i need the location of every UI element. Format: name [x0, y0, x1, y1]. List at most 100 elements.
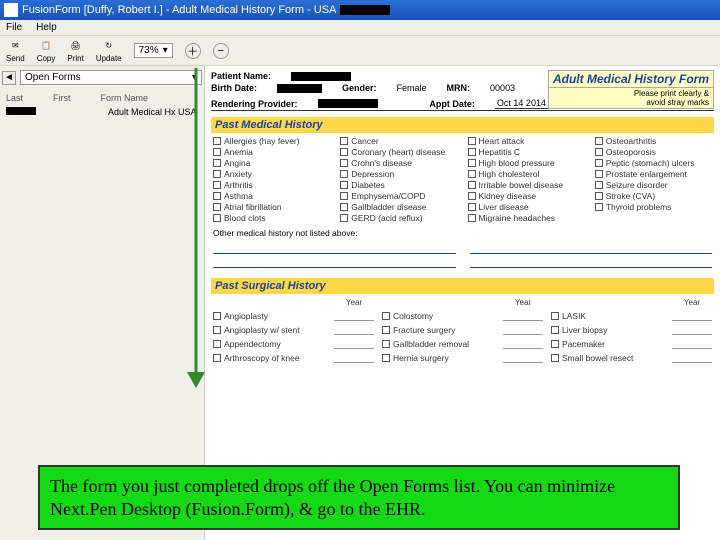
checkbox[interactable]: [595, 203, 603, 211]
checkbox[interactable]: [340, 148, 348, 156]
col-last: Last: [6, 93, 23, 103]
checkbox[interactable]: [213, 354, 221, 362]
checkbox[interactable]: [551, 326, 559, 334]
open-forms-row[interactable]: Adult Medical Hx USA: [2, 105, 202, 119]
condition-item: Osteoarthritis: [595, 136, 712, 146]
condition-item: Prostate enlargement: [595, 169, 712, 179]
checkbox[interactable]: [213, 340, 221, 348]
checkbox[interactable]: [595, 137, 603, 145]
chevron-down-icon: ▾: [163, 45, 168, 56]
checkbox[interactable]: [213, 203, 221, 211]
checkbox[interactable]: [382, 354, 390, 362]
checkbox[interactable]: [340, 214, 348, 222]
checkbox[interactable]: [382, 312, 390, 320]
checkbox[interactable]: [213, 170, 221, 178]
checkbox[interactable]: [340, 170, 348, 178]
sidebar-columns: Last First Form Name: [2, 91, 202, 105]
checkbox[interactable]: [595, 148, 603, 156]
checkbox[interactable]: [213, 192, 221, 200]
year-field[interactable]: [503, 339, 543, 349]
past-medical-heading: Past Medical History: [211, 117, 714, 133]
checkbox[interactable]: [382, 326, 390, 334]
surgery-item: LASIK: [551, 311, 664, 321]
checkbox[interactable]: [340, 137, 348, 145]
condition-item: Migraine headaches: [468, 213, 585, 223]
send-button[interactable]: ✉ Send: [6, 39, 25, 63]
checkbox[interactable]: [551, 354, 559, 362]
year-header: Year: [503, 298, 543, 307]
open-forms-select[interactable]: Open Forms▾: [20, 70, 202, 85]
gender-label: Gender:: [342, 83, 377, 93]
zoom-in-button[interactable]: ＋: [185, 43, 201, 59]
condition-item: Anemia: [213, 147, 330, 157]
surgery-item: Colostomy: [382, 311, 495, 321]
print-button[interactable]: 🖨 Print: [67, 39, 83, 63]
print-icon: 🖨: [68, 39, 84, 53]
menu-help[interactable]: Help: [36, 22, 57, 33]
checkbox[interactable]: [213, 137, 221, 145]
surgery-item: Liver biopsy: [551, 325, 664, 335]
mrn-value: 00003: [490, 83, 515, 93]
print-hint: Please print clearly &avoid stray marks: [548, 88, 714, 109]
condition-item: Hepatitis C: [468, 147, 585, 157]
copy-button[interactable]: 📋 Copy: [37, 39, 56, 63]
checkbox[interactable]: [340, 192, 348, 200]
year-field[interactable]: [503, 325, 543, 335]
update-button[interactable]: ↻ Update: [96, 39, 122, 63]
checkbox[interactable]: [468, 214, 476, 222]
year-header: Year: [672, 298, 712, 307]
checkbox[interactable]: [595, 159, 603, 167]
checkbox[interactable]: [468, 170, 476, 178]
birth-date-value: [277, 84, 322, 93]
checkbox[interactable]: [595, 170, 603, 178]
checkbox[interactable]: [213, 214, 221, 222]
checkbox[interactable]: [382, 340, 390, 348]
back-icon[interactable]: ◄: [2, 71, 16, 85]
checkbox[interactable]: [468, 159, 476, 167]
checkbox[interactable]: [468, 181, 476, 189]
chevron-down-icon: ▾: [192, 72, 197, 83]
menu-file[interactable]: File: [6, 22, 22, 33]
checkbox[interactable]: [213, 159, 221, 167]
gender-value: Female: [397, 83, 427, 93]
zoom-out-button[interactable]: −: [213, 43, 229, 59]
checkbox[interactable]: [213, 312, 221, 320]
checkbox[interactable]: [213, 148, 221, 156]
checkbox[interactable]: [213, 326, 221, 334]
checkbox[interactable]: [468, 203, 476, 211]
checkbox[interactable]: [340, 181, 348, 189]
past-medical-section: Past Medical History Allergies (hay feve…: [211, 117, 714, 272]
annotation-callout: The form you just completed drops off th…: [38, 465, 680, 530]
checkbox[interactable]: [468, 148, 476, 156]
checkbox[interactable]: [468, 192, 476, 200]
year-field[interactable]: [334, 339, 374, 349]
year-field[interactable]: [672, 339, 712, 349]
checkbox[interactable]: [213, 181, 221, 189]
form-name-cell: Adult Medical Hx USA: [108, 107, 198, 117]
condition-item: Coronary (heart) disease: [340, 147, 457, 157]
past-surgical-heading: Past Surgical History: [211, 278, 714, 294]
condition-item: Arthritis: [213, 180, 330, 190]
form-header: Patient Name: Birth Date: Gender: Female…: [211, 70, 714, 111]
form-title: Adult Medical History Form: [548, 70, 714, 88]
year-field[interactable]: [672, 311, 712, 321]
year-field[interactable]: [672, 325, 712, 335]
checkbox[interactable]: [468, 137, 476, 145]
year-field[interactable]: [334, 353, 374, 363]
condition-item: Angina: [213, 158, 330, 168]
checkbox[interactable]: [595, 181, 603, 189]
checkbox[interactable]: [595, 192, 603, 200]
year-field[interactable]: [334, 325, 374, 335]
condition-item: Seizure disorder: [595, 180, 712, 190]
checkbox[interactable]: [551, 340, 559, 348]
checkbox[interactable]: [340, 203, 348, 211]
zoom-select[interactable]: 73%▾: [134, 43, 173, 58]
year-field[interactable]: [334, 311, 374, 321]
condition-item: Kidney disease: [468, 191, 585, 201]
checkbox[interactable]: [340, 159, 348, 167]
checkbox[interactable]: [551, 312, 559, 320]
year-field[interactable]: [503, 353, 543, 363]
year-field[interactable]: [672, 353, 712, 363]
year-field[interactable]: [503, 311, 543, 321]
condition-item: High blood pressure: [468, 158, 585, 168]
